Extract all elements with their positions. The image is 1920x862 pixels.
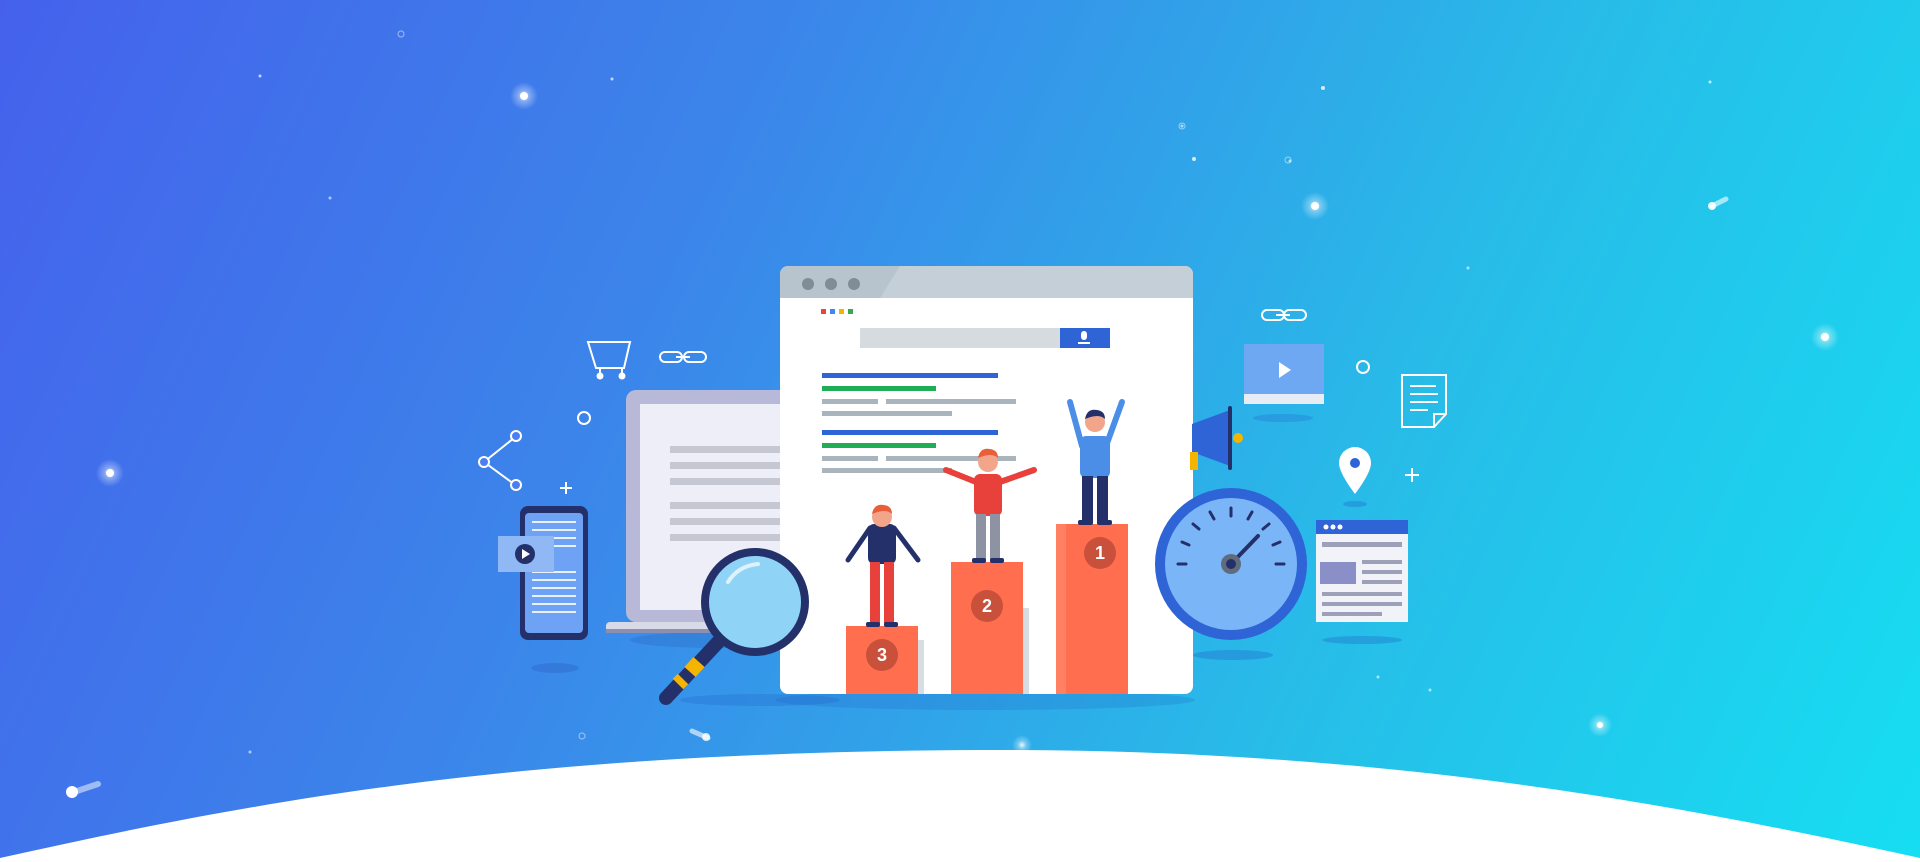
link-icon [1261, 309, 1307, 321]
shopping-cart-icon [586, 341, 632, 380]
bottom-wave [0, 749, 1920, 862]
decor-circle [577, 411, 591, 425]
rank-label-second: 2 [982, 596, 992, 616]
plus-icon [1405, 468, 1419, 482]
plus-icon [560, 482, 572, 494]
share-icon [478, 430, 522, 491]
seo-hero-banner: 3 2 1 [0, 0, 1920, 862]
decor-circle [1356, 360, 1370, 374]
webpage-icon [1316, 520, 1408, 644]
video-player-icon [1244, 344, 1324, 422]
search-bar [860, 328, 1060, 348]
megaphone-icon [1190, 406, 1243, 470]
location-pin-icon [1339, 447, 1371, 507]
link-icon [659, 351, 707, 363]
podium-second-place [951, 562, 1023, 694]
document-icon [1401, 374, 1447, 428]
rank-label-third: 3 [877, 645, 887, 665]
smartphone-video-icon [498, 506, 588, 673]
hero-illustration: 3 2 1 [0, 30, 1920, 862]
rank-label-first: 1 [1095, 543, 1105, 563]
